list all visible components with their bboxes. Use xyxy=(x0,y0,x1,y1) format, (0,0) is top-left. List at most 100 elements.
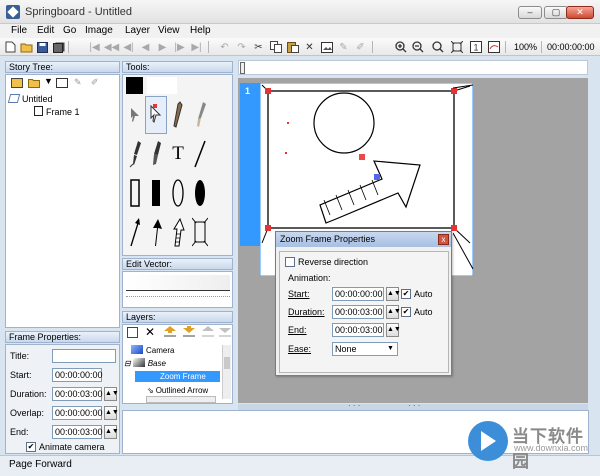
close-button[interactable]: ✕ xyxy=(566,6,594,19)
node-select-icon[interactable] xyxy=(145,96,167,134)
menu-layer[interactable]: Layer xyxy=(125,25,150,36)
handle-top-left[interactable] xyxy=(265,88,271,94)
text-tool-icon[interactable]: T xyxy=(167,135,189,173)
layer-item-camera[interactable]: Camera xyxy=(131,345,174,356)
dropdown-arrow-icon[interactable]: ▼ xyxy=(44,76,53,86)
outlined-arrow-icon[interactable] xyxy=(167,213,189,251)
timeline-playhead[interactable] xyxy=(240,62,245,74)
undo-icon[interactable]: ↶ xyxy=(217,40,232,54)
overlap-field[interactable]: 00:00:00:00 xyxy=(52,406,103,420)
zoom-out-icon[interactable] xyxy=(410,40,425,54)
layer-item-zoom-frame[interactable]: Zoom Frame xyxy=(135,371,220,382)
dialog-duration-field[interactable]: 00:00:03:00 xyxy=(332,305,384,319)
duration-stepper[interactable]: ▲▼ xyxy=(104,387,119,401)
layer-top-icon[interactable] xyxy=(201,326,215,340)
minimize-button[interactable]: – xyxy=(518,6,542,19)
start-auto-checkbox[interactable]: ✔ xyxy=(401,289,411,299)
menu-help[interactable]: Help xyxy=(190,25,211,36)
edit-pencil-icon[interactable]: ✎ xyxy=(74,77,82,88)
brush-tool-icon[interactable] xyxy=(189,96,211,134)
layer-bottom-icon[interactable] xyxy=(218,326,232,340)
title-field[interactable] xyxy=(52,349,116,363)
layer-item-base[interactable]: ⊟ Base xyxy=(124,358,166,369)
tree-item-untitled[interactable]: Untitled xyxy=(7,94,53,104)
rectangle-filled-icon[interactable] xyxy=(145,174,167,212)
menu-edit[interactable]: Edit xyxy=(37,25,54,36)
ellipse-outline-icon[interactable] xyxy=(167,174,189,212)
dialog-end-stepper[interactable]: ▲▼ xyxy=(386,323,401,337)
end-field[interactable]: 00:00:03:00 xyxy=(52,425,103,439)
layers-horizontal-scrollbar[interactable] xyxy=(146,396,216,403)
new-frame-icon[interactable] xyxy=(11,78,23,90)
reverse-direction-checkbox[interactable] xyxy=(285,257,295,267)
brush-icon[interactable]: ✐ xyxy=(353,40,368,54)
rewind-icon[interactable]: ◀◀ xyxy=(104,40,119,54)
cut-icon[interactable]: ✂ xyxy=(251,40,266,54)
paint-brush-icon[interactable]: ✐ xyxy=(91,77,99,88)
handle-bottom-left[interactable] xyxy=(265,225,271,231)
menu-view[interactable]: View xyxy=(158,25,180,36)
dialog-close-button[interactable]: x xyxy=(438,234,449,245)
foreground-color-swatch[interactable] xyxy=(126,77,143,94)
maximize-button[interactable]: ▢ xyxy=(544,6,568,19)
delete-layer-icon[interactable]: ✕ xyxy=(145,325,155,339)
scroll-thumb[interactable] xyxy=(224,357,230,369)
dialog-start-stepper[interactable]: ▲▼ xyxy=(386,287,401,301)
ellipse-filled-icon[interactable] xyxy=(189,174,211,212)
end-stepper[interactable]: ▲▼ xyxy=(104,425,119,439)
menu-file[interactable]: File xyxy=(11,25,27,36)
paste-icon[interactable] xyxy=(285,40,300,54)
ease-dropdown-icon[interactable]: ▼ xyxy=(385,344,396,354)
background-color-swatch[interactable] xyxy=(147,77,177,94)
start-field[interactable]: 00:00:00:00 xyxy=(52,368,103,382)
layer-item-outlined-arrow[interactable]: ⇘ Outlined Arrow xyxy=(147,385,208,396)
animate-camera-checkbox[interactable]: ✔ xyxy=(26,442,36,452)
pen-icon[interactable]: ✎ xyxy=(336,40,351,54)
pen-tool-icon[interactable] xyxy=(124,135,146,173)
zoom-actual-icon[interactable] xyxy=(430,40,445,54)
save-all-icon[interactable] xyxy=(51,40,66,54)
menu-image[interactable]: Image xyxy=(85,25,113,36)
handle-center[interactable] xyxy=(359,154,365,160)
rectangle-outline-icon[interactable] xyxy=(124,174,146,212)
duration-field[interactable]: 00:00:03:00 xyxy=(52,387,103,401)
redo-icon[interactable]: ↷ xyxy=(234,40,249,54)
next-frame-icon[interactable]: |▶ xyxy=(172,40,187,54)
thin-arrow-icon[interactable] xyxy=(124,213,146,251)
ease-select[interactable]: None ▼ xyxy=(332,342,398,356)
dialog-duration-stepper[interactable]: ▲▼ xyxy=(386,305,401,319)
copy-icon[interactable] xyxy=(268,40,283,54)
line-tool-icon[interactable] xyxy=(189,135,211,173)
knife-tool-icon[interactable] xyxy=(167,96,189,134)
vector-stroke-preview[interactable] xyxy=(126,275,230,291)
layers-vertical-scrollbar[interactable] xyxy=(222,345,231,399)
one-to-one-icon[interactable]: 1 xyxy=(468,40,483,54)
select-arrow-icon[interactable] xyxy=(124,96,146,134)
duration-auto-checkbox[interactable]: ✔ xyxy=(401,307,411,317)
tree-item-frame-1[interactable]: Frame 1 xyxy=(34,106,80,117)
previous-frame-icon[interactable]: ◀| xyxy=(121,40,136,54)
new-layer-icon[interactable] xyxy=(127,327,139,340)
bold-arrow-icon[interactable] xyxy=(145,213,167,251)
vector-slider[interactable] xyxy=(126,296,230,302)
dialog-end-field[interactable]: 00:00:03:00 xyxy=(332,323,384,337)
timeline-ruler[interactable] xyxy=(238,60,588,75)
collapse-icon[interactable]: ⊟ xyxy=(124,359,131,368)
save-icon[interactable] xyxy=(35,40,50,54)
menu-go[interactable]: Go xyxy=(63,25,76,36)
handle-pivot[interactable] xyxy=(374,174,380,180)
open-icon[interactable] xyxy=(19,40,34,54)
new-icon[interactable] xyxy=(3,40,18,54)
delete-icon[interactable]: ✕ xyxy=(302,40,317,54)
zoom-in-icon[interactable] xyxy=(393,40,408,54)
play-icon[interactable]: ▶ xyxy=(155,40,170,54)
image-icon[interactable] xyxy=(319,40,334,54)
dialog-start-field[interactable]: 00:00:00:00 xyxy=(332,287,384,301)
layer-down-icon[interactable] xyxy=(182,326,196,340)
overlap-stepper[interactable]: ▲▼ xyxy=(104,406,119,420)
chart-icon[interactable] xyxy=(486,40,501,54)
frame-tool-icon[interactable] xyxy=(56,78,68,90)
last-frame-icon[interactable]: ▶| xyxy=(189,40,204,54)
play-back-icon[interactable]: ◀ xyxy=(138,40,153,54)
new-folder-icon[interactable] xyxy=(28,78,40,90)
